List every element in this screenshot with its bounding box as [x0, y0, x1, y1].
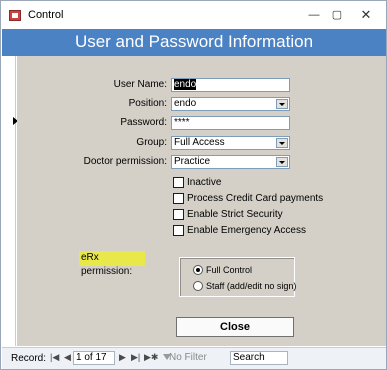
record-label: Record:	[11, 353, 47, 364]
inactive-checkbox[interactable]	[173, 177, 184, 188]
user-name-value: endo	[174, 79, 197, 90]
new-record-icon[interactable]: ▶✱	[144, 352, 158, 363]
erx-option-group	[179, 257, 295, 297]
maximize-button[interactable]: ▢	[327, 7, 347, 23]
previous-record-icon[interactable]: ◀	[64, 352, 71, 363]
strict-security-checkbox[interactable]	[173, 209, 184, 220]
doctor-permission-value: Practice	[174, 156, 211, 167]
full-control-radio[interactable]	[193, 265, 203, 275]
no-filter-button[interactable]: No Filter	[169, 352, 207, 363]
password-label: Password:	[120, 117, 167, 128]
doctor-permission-label: Doctor permission:	[83, 156, 167, 167]
staff-radio[interactable]	[193, 281, 203, 291]
group-label: Group:	[136, 137, 167, 148]
form-header: User and Password Information	[2, 29, 386, 56]
staff-label: Staff (add/edit no sign)	[206, 281, 297, 291]
user-name-field[interactable]: endo	[171, 78, 290, 92]
form-icon	[9, 10, 21, 21]
record-navigation-bar: Record: |◀ ◀ 1 of 17 ▶ ▶| ▶✱ No Filter S…	[2, 347, 386, 369]
record-position-field[interactable]: 1 of 17	[73, 351, 115, 365]
search-input[interactable]: Search	[230, 351, 288, 365]
user-name-label: User Name:	[113, 79, 167, 90]
erx-permission-label: eRx permission:	[79, 251, 145, 277]
first-record-icon[interactable]: |◀	[50, 352, 59, 363]
record-selector[interactable]	[2, 56, 18, 346]
password-value: ****	[174, 117, 190, 128]
password-field[interactable]: ****	[171, 116, 290, 130]
doctor-permission-combo[interactable]: Practice	[171, 155, 290, 169]
strict-security-label: Enable Strict Security	[187, 209, 283, 220]
position-label: Position:	[128, 98, 167, 109]
position-combo[interactable]: endo	[171, 97, 290, 111]
next-record-icon[interactable]: ▶	[119, 352, 126, 363]
chevron-down-icon[interactable]	[276, 157, 288, 167]
emergency-access-checkbox[interactable]	[173, 225, 184, 236]
inactive-label: Inactive	[187, 177, 222, 188]
emergency-access-label: Enable Emergency Access	[187, 225, 306, 236]
title-bar: Control — ▢ ✕	[1, 1, 386, 29]
close-window-button[interactable]: ✕	[356, 7, 376, 23]
group-value: Full Access	[174, 137, 225, 148]
control-window: Control — ▢ ✕ User and Password Informat…	[0, 0, 387, 370]
minimize-button[interactable]: —	[304, 7, 324, 23]
position-value: endo	[174, 98, 197, 109]
chevron-down-icon[interactable]	[276, 138, 288, 148]
chevron-down-icon[interactable]	[276, 99, 288, 109]
full-control-label: Full Control	[206, 265, 253, 275]
process-credit-card-checkbox[interactable]	[173, 193, 184, 204]
form-header-title: User and Password Information	[74, 32, 314, 51]
group-combo[interactable]: Full Access	[171, 136, 290, 150]
close-button[interactable]: Close	[176, 317, 294, 337]
process-credit-card-label: Process Credit Card payments	[187, 193, 324, 204]
window-title: Control	[28, 9, 64, 21]
last-record-icon[interactable]: ▶|	[131, 352, 140, 363]
